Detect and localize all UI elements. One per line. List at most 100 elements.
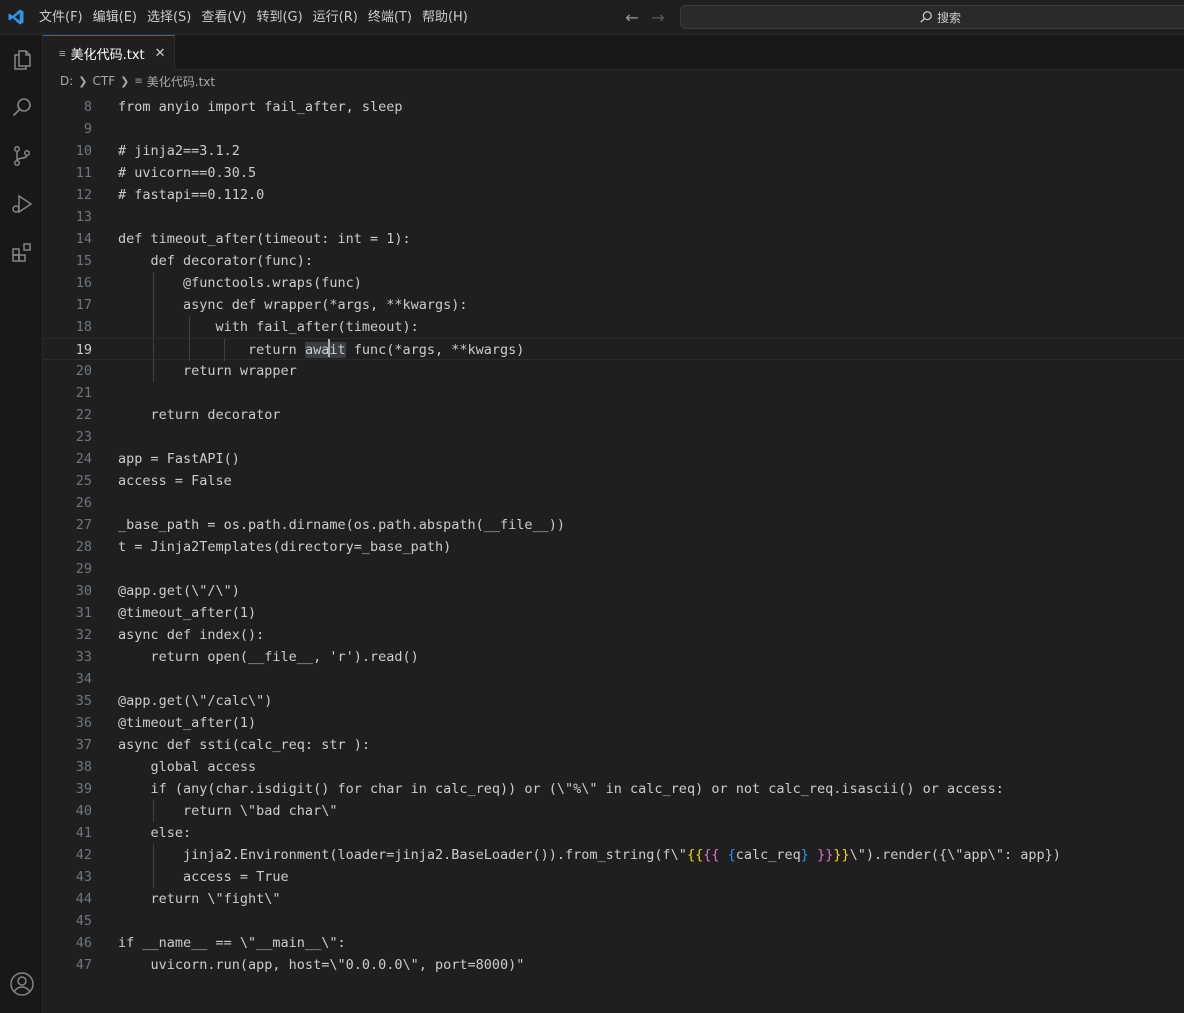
- code-text: if (any(char.isdigit() for char in calc_…: [118, 781, 1004, 797]
- code-line[interactable]: 35 @app.get(\"/calc\"): [43, 690, 1184, 712]
- tab-meihua-code[interactable]: ≡ 美化代码.txt ✕: [43, 35, 175, 70]
- code-line[interactable]: 19 return await func(*args, **kwargs): [43, 338, 1184, 361]
- line-number: 20: [75, 363, 92, 379]
- code-text: return decorator: [118, 407, 281, 423]
- code-text: async def wrapper(*args, **kwargs):: [118, 297, 468, 313]
- line-number: 16: [75, 275, 92, 291]
- line-number: 30: [75, 583, 92, 599]
- code-line[interactable]: 24 app = FastAPI(): [43, 448, 1184, 470]
- code-line[interactable]: 39 if (any(char.isdigit() for char in ca…: [43, 778, 1184, 800]
- menu-item[interactable]: 帮助(H): [417, 0, 473, 35]
- chevron-right-icon: ❯: [120, 74, 130, 88]
- source-control-icon[interactable]: [0, 132, 43, 180]
- code-line[interactable]: 13: [43, 206, 1184, 228]
- code-line[interactable]: 45: [43, 910, 1184, 932]
- code-text: def timeout_after(timeout: int = 1):: [118, 231, 411, 247]
- code-editor[interactable]: 8 from anyio import fail_after, sleep 9 10 #…: [43, 92, 1184, 1013]
- line-number: 17: [75, 297, 92, 313]
- code-line[interactable]: 38 global access: [43, 756, 1184, 778]
- back-arrow-icon[interactable]: ←: [622, 8, 642, 28]
- code-text: @timeout_after(1): [118, 715, 257, 731]
- code-line[interactable]: 32 async def index():: [43, 624, 1184, 646]
- code-text: t = Jinja2Templates(directory=_base_path…: [118, 539, 452, 555]
- line-number: 40: [75, 803, 92, 819]
- code-line[interactable]: 27 _base_path = os.path.dirname(os.path.a…: [43, 514, 1184, 536]
- search-icon[interactable]: [0, 84, 43, 132]
- breadcrumb-drive[interactable]: D:: [60, 74, 73, 88]
- code-line[interactable]: 26: [43, 492, 1184, 514]
- code-text: @app.get(\"/calc\"): [118, 693, 273, 709]
- explorer-icon[interactable]: [0, 36, 43, 84]
- menu-item[interactable]: 转到(G): [251, 0, 307, 35]
- code-text: # jinja2==3.1.2: [118, 143, 240, 159]
- code-text: access = True: [118, 869, 289, 885]
- code-line[interactable]: 43 access = True: [43, 866, 1184, 888]
- code-line[interactable]: 47 uvicorn.run(app, host=\"0.0.0.0\", po…: [43, 954, 1184, 976]
- code-line[interactable]: 29: [43, 558, 1184, 580]
- code-line[interactable]: 31 @timeout_after(1): [43, 602, 1184, 624]
- line-number: 45: [75, 913, 92, 929]
- title-bar: 文件(F) 编辑(E) 选择(S) 查看(V) 转到(G) 运行(R) 终端(T) 帮助(H)…: [0, 0, 1184, 35]
- extensions-icon[interactable]: [0, 228, 43, 276]
- menu-item[interactable]: 选择(S): [142, 0, 196, 35]
- code-line[interactable]: 17 async def wrapper(*args, **kwargs):: [43, 294, 1184, 316]
- code-line[interactable]: 20 return wrapper: [43, 360, 1184, 382]
- code-line[interactable]: 8 from anyio import fail_after, sleep: [43, 96, 1184, 118]
- command-center-search[interactable]: 搜索: [680, 5, 1184, 29]
- code-line[interactable]: 25 access = False: [43, 470, 1184, 492]
- line-number: 21: [75, 385, 92, 401]
- code-line[interactable]: 22 return decorator: [43, 404, 1184, 426]
- code-line[interactable]: 21: [43, 382, 1184, 404]
- code-line[interactable]: 15 def decorator(func):: [43, 250, 1184, 272]
- code-text: uvicorn.run(app, host=\"0.0.0.0\", port=…: [118, 957, 525, 973]
- code-line[interactable]: 40 return \"bad char\": [43, 800, 1184, 822]
- line-number: 9: [83, 121, 92, 137]
- line-number: 13: [75, 209, 92, 225]
- code-line[interactable]: 44 return \"fight\": [43, 888, 1184, 910]
- run-debug-icon[interactable]: [0, 180, 43, 228]
- search-icon: [920, 11, 932, 23]
- line-number: 28: [75, 539, 92, 555]
- code-line[interactable]: 34: [43, 668, 1184, 690]
- code-text: @app.get(\"/\"): [118, 583, 240, 599]
- code-line[interactable]: 42 jinja2.Environment(loader=jinja2.Base…: [43, 844, 1184, 866]
- code-line[interactable]: 12 # fastapi==0.112.0: [43, 184, 1184, 206]
- code-line[interactable]: 33 return open(__file__, 'r').read(): [43, 646, 1184, 668]
- code-line[interactable]: 37 async def ssti(calc_req: str ):: [43, 734, 1184, 756]
- breadcrumb-folder[interactable]: CTF: [93, 74, 116, 88]
- menu-item[interactable]: 文件(F): [34, 0, 88, 35]
- code-text: jinja2.Environment(loader=jinja2.BaseLoa…: [118, 847, 1061, 863]
- chevron-right-icon: ❯: [78, 74, 88, 88]
- menu-item[interactable]: 编辑(E): [88, 0, 142, 35]
- code-text: with fail_after(timeout):: [118, 319, 419, 335]
- line-number: 36: [75, 715, 92, 731]
- code-line[interactable]: 36 @timeout_after(1): [43, 712, 1184, 734]
- code-line[interactable]: 10 # jinja2==3.1.2: [43, 140, 1184, 162]
- line-number: 37: [75, 737, 92, 753]
- line-number: 39: [75, 781, 92, 797]
- code-line[interactable]: 11 # uvicorn==0.30.5: [43, 162, 1184, 184]
- line-number: 24: [75, 451, 92, 467]
- line-number: 33: [75, 649, 92, 665]
- menu-item[interactable]: 查看(V): [196, 0, 251, 35]
- code-line[interactable]: 41 else:: [43, 822, 1184, 844]
- code-text: return \"fight\": [118, 891, 281, 907]
- code-line[interactable]: 18 with fail_after(timeout):: [43, 316, 1184, 338]
- menu-item[interactable]: 运行(R): [308, 0, 363, 35]
- line-number: 15: [75, 253, 92, 269]
- account-icon[interactable]: [0, 960, 43, 1008]
- code-line[interactable]: 28 t = Jinja2Templates(directory=_base_pa…: [43, 536, 1184, 558]
- code-line[interactable]: 9: [43, 118, 1184, 140]
- breadcrumb-file[interactable]: 美化代码.txt: [147, 73, 215, 90]
- code-line[interactable]: 16 @functools.wraps(func): [43, 272, 1184, 294]
- code-line[interactable]: 23: [43, 426, 1184, 448]
- line-number: 41: [75, 825, 92, 841]
- menu-item[interactable]: 终端(T): [363, 0, 417, 35]
- code-line[interactable]: 14 def timeout_after(timeout: int = 1):: [43, 228, 1184, 250]
- code-text: from anyio import fail_after, sleep: [118, 99, 403, 115]
- close-icon[interactable]: ✕: [155, 46, 166, 61]
- code-line[interactable]: 46 if __name__ == \"__main__\":: [43, 932, 1184, 954]
- forward-arrow-icon[interactable]: →: [648, 8, 668, 28]
- code-line[interactable]: 30 @app.get(\"/\"): [43, 580, 1184, 602]
- line-number: 35: [75, 693, 92, 709]
